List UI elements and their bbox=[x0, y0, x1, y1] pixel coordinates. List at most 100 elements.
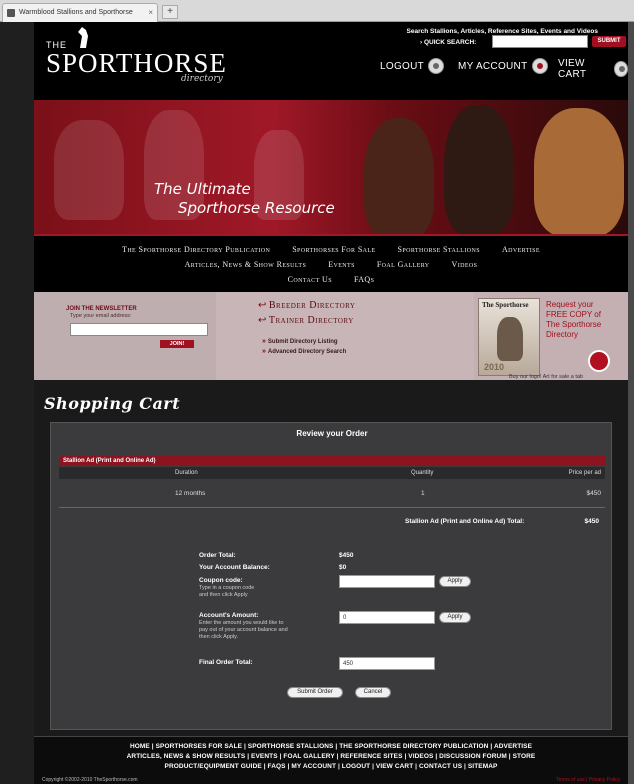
newsletter-subtitle: Type your email address: bbox=[70, 313, 132, 319]
advanced-search-link[interactable]: » Advanced Directory Search bbox=[262, 348, 346, 355]
submit-listing-link[interactable]: » Submit Directory Listing bbox=[262, 338, 338, 345]
logout-label: LOGOUT bbox=[380, 60, 425, 72]
free-copy-line: The Sporthorse bbox=[546, 320, 602, 329]
free-copy-text: Request your FREE COPY of The Sporthorse… bbox=[546, 300, 601, 340]
banner-tagline-2: Sporthorse Resource bbox=[178, 199, 335, 217]
trainer-directory-label: Trainer Directory bbox=[268, 315, 354, 326]
banner-tagline-1: The Ultimate bbox=[154, 180, 251, 198]
site-header: THE SPORTHORSE directory Search Stallion… bbox=[34, 22, 628, 100]
tab-title: Warmblood Stallions and Sporthorse bbox=[19, 9, 133, 16]
nav-row-1: The Sporthorse Directory Publication Spo… bbox=[34, 245, 628, 254]
newsletter-join-button[interactable]: JOIN! bbox=[160, 340, 194, 348]
nav-item[interactable]: Videos bbox=[452, 260, 478, 269]
logo-directory: directory bbox=[181, 74, 223, 84]
nav-item[interactable]: Events bbox=[328, 260, 355, 269]
final-total-label: Final Order Total: bbox=[199, 659, 253, 666]
account-amount-label: Account's Amount: bbox=[199, 612, 259, 619]
favicon-icon bbox=[7, 9, 15, 17]
free-copy-line: Directory bbox=[546, 330, 579, 339]
col-duration: Duration bbox=[175, 470, 198, 476]
footer-legal-links[interactable]: Terms of use | Privacy Policy bbox=[556, 777, 620, 783]
quick-search-input[interactable] bbox=[492, 35, 588, 48]
request-badge-icon bbox=[588, 350, 610, 372]
coupon-input[interactable] bbox=[339, 575, 435, 588]
coupon-hint-line: and then click Apply bbox=[199, 592, 248, 598]
directory-links: ↩ Breeder Directory ↩ Trainer Directory » S… bbox=[216, 292, 474, 380]
nav-item[interactable]: The Sporthorse Directory Publication bbox=[122, 245, 270, 254]
close-tab-icon[interactable]: × bbox=[148, 8, 153, 17]
coupon-hint: Type in a coupon code and then click App… bbox=[199, 585, 254, 599]
order-review-panel: Review your Order Stallion Ad (Print and… bbox=[50, 422, 612, 730]
cart-icon bbox=[613, 61, 628, 77]
copyright: Copyright ©2002-2010 TheSporthorse.com bbox=[42, 777, 138, 783]
nav-item[interactable]: Foal Gallery bbox=[377, 260, 430, 269]
coupon-label: Coupon code: bbox=[199, 577, 243, 584]
breeder-directory-link[interactable]: ↩ Breeder Directory bbox=[258, 300, 356, 311]
horse-head-image bbox=[364, 118, 434, 234]
panel-title: Review your Order bbox=[296, 429, 368, 438]
hero-banner: The Ultimate Sporthorse Resource bbox=[34, 100, 628, 234]
newsletter-box: JOIN THE NEWSLETTER Type your email addr… bbox=[34, 292, 216, 380]
browser-tab[interactable]: Warmblood Stallions and Sporthorse × bbox=[2, 3, 158, 22]
account-icon bbox=[531, 58, 548, 74]
magazine-cover[interactable]: The Sporthorse 2010 bbox=[478, 298, 540, 376]
view-cart-link[interactable]: VIEW CART bbox=[558, 58, 628, 80]
account-amount-hint: Enter the amount you would like to pay o… bbox=[199, 620, 288, 641]
footer-links-1[interactable]: HOME | SPORTHORSES FOR SALE | SPORTHORSE… bbox=[34, 743, 628, 750]
row-quantity: 1 bbox=[421, 490, 425, 497]
footer-links-2[interactable]: ARTICLES, NEWS & SHOW RESULTS | EVENTS |… bbox=[34, 753, 628, 760]
account-hint-line: then click Apply. bbox=[199, 634, 239, 640]
logout-link[interactable]: LOGOUT bbox=[380, 58, 445, 74]
nav-item[interactable]: Sporthorse Stallions bbox=[398, 245, 480, 254]
subtotal-label: Stallion Ad (Print and Online Ad) Total: bbox=[405, 518, 525, 525]
magazine-horse-image bbox=[497, 317, 523, 361]
trainer-directory-link[interactable]: ↩ Trainer Directory bbox=[258, 315, 354, 326]
view-cart-label: VIEW CART bbox=[558, 58, 587, 80]
page-title: Shopping Cart bbox=[44, 394, 181, 413]
coupon-apply-button[interactable]: Apply bbox=[439, 576, 471, 587]
cancel-button[interactable]: Cancel bbox=[355, 687, 391, 698]
free-copy-line: Request your bbox=[546, 300, 594, 309]
browser-window: Warmblood Stallions and Sporthorse × + T… bbox=[0, 0, 634, 784]
page: THE SPORTHORSE directory Search Stallion… bbox=[34, 22, 628, 784]
row-price: $450 bbox=[586, 490, 601, 497]
double-chevron-icon: » bbox=[262, 348, 266, 355]
breeder-directory-label: Breeder Directory bbox=[268, 300, 356, 311]
final-total-field: 450 bbox=[339, 657, 435, 670]
nav-item[interactable]: Sporthorses For Sale bbox=[292, 245, 375, 254]
magazine-year: 2010 bbox=[484, 362, 505, 372]
quick-search-submit-button[interactable]: SUBMIT bbox=[592, 36, 626, 47]
my-account-link[interactable]: MY ACCOUNT bbox=[458, 58, 548, 74]
nav-item[interactable]: Advertise bbox=[502, 245, 540, 254]
rider-silhouette bbox=[54, 120, 124, 220]
table-header: Duration Quantity Price per ad bbox=[59, 467, 605, 479]
nav-row-2: Articles, News & Show Results Events Foa… bbox=[34, 260, 628, 269]
curved-arrow-icon: ↩ bbox=[258, 300, 267, 311]
account-apply-button[interactable]: Apply bbox=[439, 612, 471, 623]
submit-order-button[interactable]: Submit Order bbox=[287, 687, 343, 698]
browser-tabbar: Warmblood Stallions and Sporthorse × + bbox=[0, 0, 634, 22]
divider bbox=[59, 507, 605, 508]
table-row: 12 months 1 $450 bbox=[59, 483, 605, 505]
account-hint-line: pay out of your account balance and bbox=[199, 627, 288, 633]
quick-search-label: › QUICK SEARCH: bbox=[420, 39, 477, 46]
main-nav: The Sporthorse Directory Publication Spo… bbox=[34, 234, 628, 292]
site-logo[interactable]: THE SPORTHORSE directory bbox=[46, 27, 227, 84]
item-header: Stallion Ad (Print and Online Ad) bbox=[59, 456, 605, 466]
horse-logo-icon bbox=[78, 27, 88, 48]
nav-item[interactable]: Articles, News & Show Results bbox=[185, 260, 307, 269]
logout-icon bbox=[428, 58, 445, 74]
col-quantity: Quantity bbox=[411, 470, 434, 476]
scrollbar[interactable] bbox=[628, 22, 634, 784]
magazine-title: The Sporthorse bbox=[482, 301, 529, 309]
account-amount-input[interactable]: 0 bbox=[339, 611, 435, 624]
newsletter-email-input[interactable] bbox=[70, 323, 208, 336]
new-tab-button[interactable]: + bbox=[162, 5, 178, 19]
advanced-search-label: Advanced Directory Search bbox=[267, 349, 347, 355]
nav-item[interactable]: FAQs bbox=[354, 275, 374, 284]
nav-item[interactable]: Contact Us bbox=[288, 275, 332, 284]
subtotal-value: $450 bbox=[584, 518, 599, 525]
footer-links-3[interactable]: PRODUCT/EQUIPMENT GUIDE | FAQS | MY ACCO… bbox=[34, 763, 628, 770]
my-account-label: MY ACCOUNT bbox=[458, 60, 528, 72]
site-footer: HOME | SPORTHORSES FOR SALE | SPORTHORSE… bbox=[34, 736, 628, 784]
